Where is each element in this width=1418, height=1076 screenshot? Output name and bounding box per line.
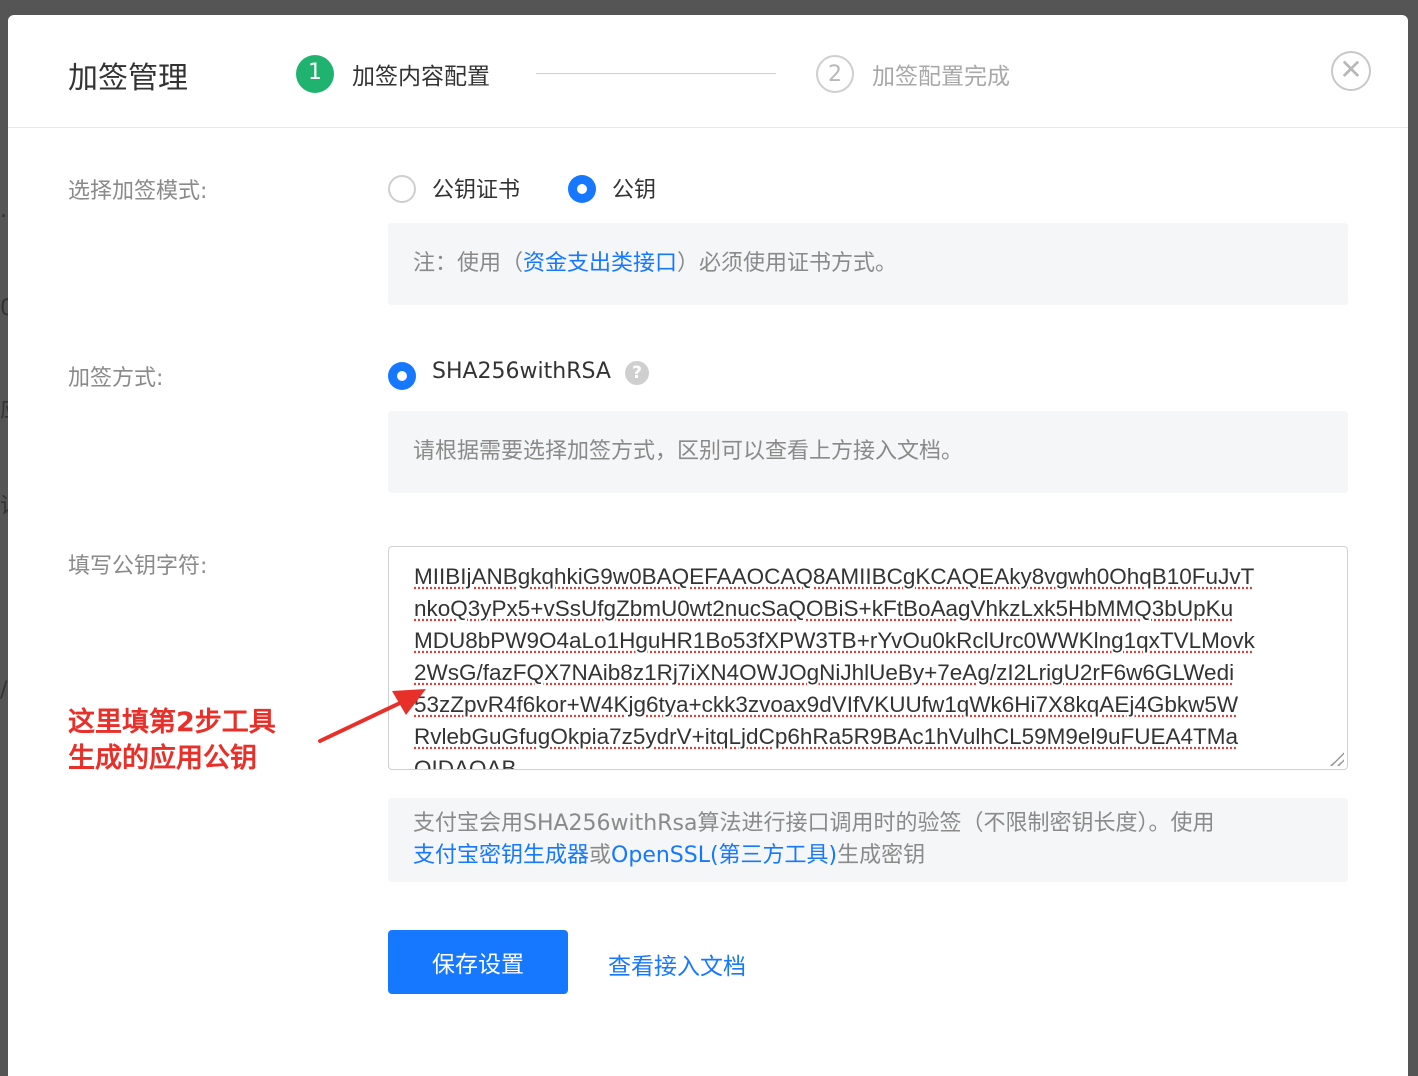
background-hint: / [0, 678, 8, 703]
annotation-arrow-icon [318, 689, 426, 743]
view-docs-link[interactable]: 查看接入文档 [608, 947, 746, 981]
save-settings-button[interactable]: 保存设置 [388, 930, 568, 994]
sign-management-modal: 加签管理 1 加签内容配置 2 加签配置完成 ✕ 选择加签模式: 公钥证书 公钥… [8, 15, 1408, 1076]
background-hint: . [0, 198, 7, 223]
